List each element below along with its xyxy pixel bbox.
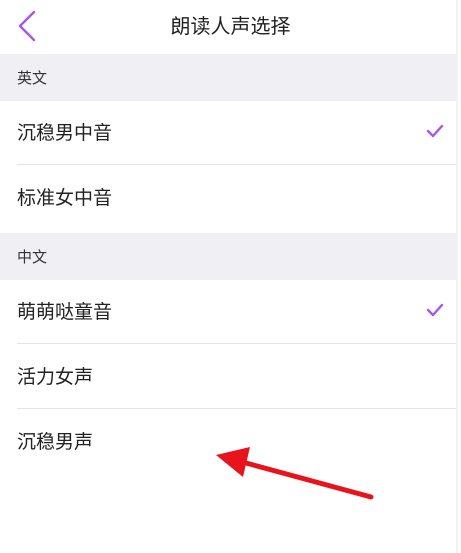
red-arrow-annotation [216, 447, 374, 500]
